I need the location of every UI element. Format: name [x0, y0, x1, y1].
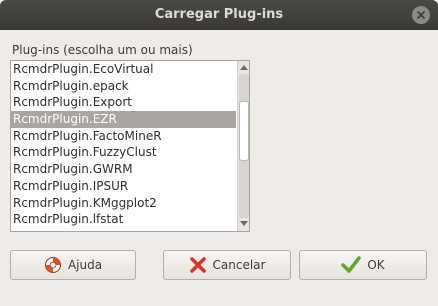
help-button[interactable]: Ajuda — [10, 250, 136, 280]
lifebuoy-icon — [44, 256, 62, 274]
plugins-listbox[interactable]: RcmdrPlugin.EcoVirtual RcmdrPlugin.epack R… — [10, 60, 250, 232]
ok-button-label: OK — [367, 258, 385, 272]
plugin-list-item[interactable]: RcmdrPlugin.Export — [11, 94, 236, 111]
plugins-list[interactable]: RcmdrPlugin.EcoVirtual RcmdrPlugin.epack R… — [11, 61, 236, 231]
ok-button[interactable]: OK — [299, 250, 427, 280]
help-button-label: Ajuda — [67, 258, 103, 272]
title-bar: Carregar Plug-ins — [0, 0, 438, 30]
cancel-button[interactable]: Cancelar — [163, 250, 291, 280]
scroll-track[interactable] — [239, 74, 249, 218]
cancel-button-label: Cancelar — [212, 258, 266, 272]
plugins-list-label: Plug-ins (escolha um ou mais) — [12, 43, 193, 57]
red-x-icon — [189, 256, 207, 274]
arrow-up-icon — [240, 65, 248, 70]
plugin-list-item[interactable]: RcmdrPlugin.EZR — [11, 111, 236, 128]
plugin-list-item[interactable]: RcmdrPlugin.GWRM — [11, 161, 236, 178]
plugin-list-item[interactable]: RcmdrPlugin.KMggplot2 — [11, 195, 236, 212]
close-button[interactable] — [412, 6, 430, 24]
arrow-down-icon — [240, 221, 248, 226]
scroll-thumb[interactable] — [239, 101, 249, 161]
plugin-list-item[interactable]: RcmdrPlugin.epack — [11, 78, 236, 95]
scroll-up-button[interactable] — [238, 61, 249, 73]
plugin-list-item[interactable]: RcmdrPlugin.IPSUR — [11, 178, 236, 195]
window-title: Carregar Plug-ins — [154, 7, 284, 22]
close-icon — [417, 11, 425, 19]
scroll-down-button[interactable] — [238, 218, 249, 230]
plugin-list-item[interactable]: RcmdrPlugin.EcoVirtual — [11, 61, 236, 78]
plugin-list-item[interactable]: RcmdrPlugin.lfstat — [11, 211, 236, 228]
plugin-list-item[interactable]: RcmdrPlugin.FuzzyClust — [11, 144, 236, 161]
green-check-icon — [341, 256, 362, 274]
plugin-list-item[interactable]: RcmdrPlugin.FactoMineR — [11, 128, 236, 145]
vertical-scrollbar[interactable] — [237, 61, 249, 231]
